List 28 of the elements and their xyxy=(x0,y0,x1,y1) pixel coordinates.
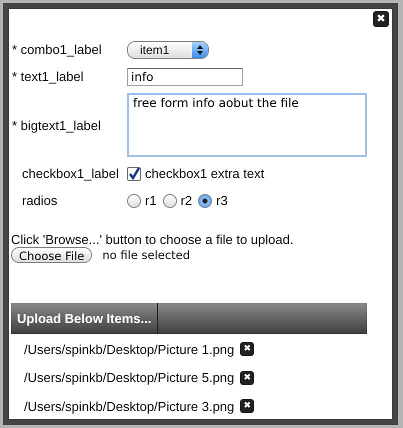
text-area[interactable]: free form info aobut the file xyxy=(127,93,367,157)
radio-label: r1 xyxy=(145,193,157,208)
column-header: Upload Below Items... xyxy=(11,303,158,334)
field-label: * bigtext1_label xyxy=(11,118,102,132)
file-path: /Users/spinkb/Desktop/Picture 3.png xyxy=(24,398,234,414)
field-label: * text1_label xyxy=(11,69,85,84)
file-path: /Users/spinkb/Desktop/Picture 1.png xyxy=(24,342,234,357)
radio-label: r2 xyxy=(180,193,192,208)
remove-button[interactable]: ✖ xyxy=(240,370,254,385)
checkbox-label: checkbox1 extra text xyxy=(145,166,264,181)
field-label: * combo1_label xyxy=(11,42,103,57)
checkbox[interactable] xyxy=(127,166,141,180)
remove-button[interactable]: ✖ xyxy=(240,342,254,356)
close-button[interactable]: ✖ xyxy=(373,11,389,27)
instruction-text: Click 'Browse...' button to choose a file to upload. xyxy=(11,232,294,247)
file-status: no file selected xyxy=(102,248,190,262)
text-field[interactable]: info xyxy=(127,68,243,86)
file-path: /Users/spinkb/Desktop/Picture 5.png xyxy=(24,370,234,386)
dropdown[interactable]: item1 xyxy=(127,40,209,58)
radio-button[interactable] xyxy=(198,194,212,208)
updown-arrows-icon xyxy=(197,44,203,54)
radio-button[interactable] xyxy=(162,194,177,208)
field-label: radios xyxy=(21,193,58,208)
radio-label: r3 xyxy=(216,193,228,208)
field-label: checkbox1_label xyxy=(21,166,120,181)
choose-file-button[interactable]: Choose File xyxy=(11,247,92,263)
radio-button[interactable] xyxy=(127,194,141,208)
remove-button[interactable]: ✖ xyxy=(240,399,254,414)
